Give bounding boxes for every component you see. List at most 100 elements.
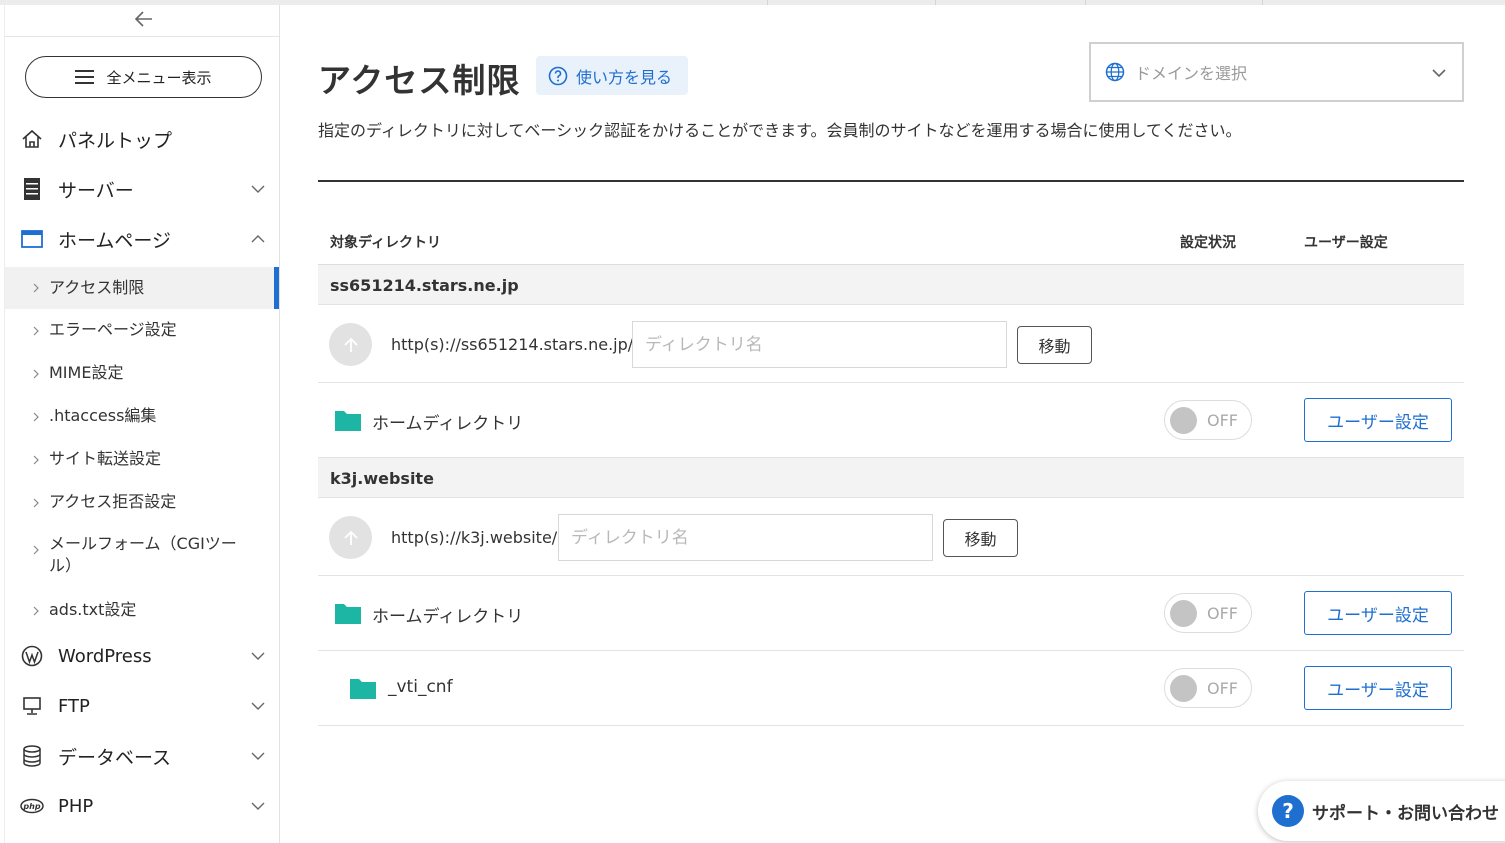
chevron-up-icon <box>251 235 265 243</box>
path-row: http(s)://ss651214.stars.ne.jp/ 移動 <box>318 305 1464 383</box>
domain-path: http(s)://ss651214.stars.ne.jp/ <box>391 335 634 354</box>
help-button[interactable]: 使い方を見る <box>536 56 688 95</box>
sidebar-subitem-label: メールフォーム（CGIツール） <box>49 534 237 575</box>
folder-icon <box>350 679 376 699</box>
question-icon: ? <box>1272 795 1304 827</box>
arrow-up-icon <box>343 337 358 352</box>
user-settings-button[interactable]: ユーザー設定 <box>1304 591 1452 635</box>
sidebar-subitem-error-page[interactable]: エラーページ設定 <box>5 309 279 352</box>
toggle-state: OFF <box>1207 604 1238 623</box>
chevron-right-icon <box>33 545 39 555</box>
directory-row: _vti_cnf OFF ユーザー設定 <box>318 651 1464 726</box>
domain-select-placeholder: ドメインを選択 <box>1135 64 1248 83</box>
chevron-right-icon <box>33 455 39 464</box>
domain-row: k3j.website <box>318 458 1464 498</box>
move-button[interactable]: 移動 <box>1017 326 1092 364</box>
parent-directory-button[interactable] <box>329 323 372 366</box>
sidebar-item-php[interactable]: php PHP <box>5 786 279 826</box>
sidebar-subitem-mail-form[interactable]: メールフォーム（CGIツール） <box>5 524 279 586</box>
php-icon: php <box>20 794 44 818</box>
sidebar-subitem-site-redirect[interactable]: サイト転送設定 <box>5 438 279 481</box>
chevron-right-icon <box>33 283 39 293</box>
top-strip-divider <box>767 0 768 5</box>
sidebar: 全メニュー表示 パネルトップ サーバー ホームページ アクセス制限 エラーページ… <box>4 5 280 843</box>
chevron-down-icon <box>251 702 265 710</box>
domain-name: ss651214.stars.ne.jp <box>330 276 519 295</box>
home-icon <box>20 127 44 151</box>
sidebar-item-label: パネルトップ <box>58 129 173 152</box>
server-icon <box>20 177 44 201</box>
sidebar-subitem-label: .htaccess編集 <box>49 406 157 425</box>
top-strip-divider <box>935 0 936 5</box>
sidebar-item-label: FTP <box>58 695 90 717</box>
directory-row: ホームディレクトリ OFF ユーザー設定 <box>318 383 1464 458</box>
chevron-down-icon <box>251 802 265 810</box>
toggle-knob <box>1170 600 1197 627</box>
sidebar-subitem-htaccess[interactable]: .htaccess編集 <box>5 395 279 438</box>
support-label: サポート・お問い合わせ <box>1312 803 1499 824</box>
directory-name: _vti_cnf <box>388 677 453 697</box>
sidebar-item-ftp[interactable]: FTP <box>5 686 279 726</box>
top-strip-divider <box>1262 0 1263 5</box>
sidebar-subitem-access-restriction[interactable]: アクセス制限 <box>5 267 279 309</box>
svg-text:php: php <box>22 802 40 811</box>
folder-icon <box>335 411 361 431</box>
directory-row: ホームディレクトリ OFF ユーザー設定 <box>318 576 1464 651</box>
chevron-right-icon <box>33 326 39 335</box>
sidebar-subitem-access-deny[interactable]: アクセス拒否設定 <box>5 481 279 524</box>
move-button[interactable]: 移動 <box>943 519 1018 557</box>
all-menu-label: 全メニュー表示 <box>106 68 212 87</box>
chevron-down-icon <box>251 752 265 760</box>
sidebar-divider <box>5 36 279 37</box>
hamburger-icon <box>75 70 95 84</box>
sidebar-item-panel-top[interactable]: パネルトップ <box>5 119 279 159</box>
domain-name: k3j.website <box>330 469 434 488</box>
sidebar-subitem-label: MIME設定 <box>49 363 124 382</box>
sidebar-subitem-ads-txt[interactable]: ads.txt設定 <box>5 589 279 632</box>
sidebar-subitem-mime[interactable]: MIME設定 <box>5 352 279 395</box>
sidebar-item-label: サーバー <box>58 179 134 202</box>
database-icon <box>20 744 44 768</box>
back-arrow-icon[interactable] <box>132 7 156 31</box>
user-settings-button[interactable]: ユーザー設定 <box>1304 666 1452 710</box>
directory-name-input[interactable] <box>558 514 933 561</box>
help-button-label: 使い方を見る <box>576 67 673 87</box>
page-title: アクセス制限 <box>318 61 521 100</box>
auth-toggle[interactable]: OFF <box>1164 668 1252 708</box>
user-settings-button[interactable]: ユーザー設定 <box>1304 398 1452 442</box>
sidebar-item-database[interactable]: データベース <box>5 736 279 776</box>
sidebar-item-server[interactable]: サーバー <box>5 169 279 209</box>
column-header-directory: 対象ディレクトリ <box>330 235 442 251</box>
domain-path: http(s)://k3j.website/ <box>391 528 558 547</box>
support-contact-button[interactable]: ? サポート・お問い合わせ <box>1258 781 1505 841</box>
chevron-down-icon <box>251 652 265 660</box>
sidebar-subitem-label: アクセス拒否設定 <box>49 492 177 511</box>
parent-directory-button[interactable] <box>329 516 372 559</box>
auth-toggle[interactable]: OFF <box>1164 400 1252 440</box>
sidebar-subitem-label: サイト転送設定 <box>49 449 162 468</box>
toggle-knob <box>1170 675 1197 702</box>
auth-toggle[interactable]: OFF <box>1164 593 1252 633</box>
browser-window-icon <box>20 227 44 251</box>
sidebar-subitem-label: エラーページ設定 <box>49 320 177 339</box>
chevron-right-icon <box>33 412 39 421</box>
column-header-status: 設定状況 <box>1180 235 1236 251</box>
sidebar-item-wordpress[interactable]: WordPress <box>5 636 279 676</box>
sidebar-item-label: WordPress <box>58 645 152 667</box>
question-circle-icon <box>548 66 568 85</box>
sidebar-item-label: データベース <box>58 746 172 769</box>
toggle-state: OFF <box>1207 679 1238 698</box>
column-header-user: ユーザー設定 <box>1304 235 1388 251</box>
chevron-down-icon <box>1432 69 1446 78</box>
sidebar-item-homepage[interactable]: ホームページ <box>5 219 279 259</box>
directory-name-input[interactable] <box>632 321 1007 368</box>
domain-select[interactable]: ドメインを選択 <box>1089 42 1464 102</box>
all-menu-button[interactable]: 全メニュー表示 <box>25 56 262 98</box>
sidebar-subitem-label: ads.txt設定 <box>49 600 137 619</box>
directory-name: ホームディレクトリ <box>372 414 524 434</box>
sidebar-item-label: PHP <box>58 795 94 817</box>
chevron-right-icon <box>33 498 39 507</box>
domain-row: ss651214.stars.ne.jp <box>318 265 1464 305</box>
page-description: 指定のディレクトリに対してベーシック認証をかけることができます。会員制のサイトな… <box>318 121 1242 140</box>
directory-name: ホームディレクトリ <box>372 607 524 627</box>
